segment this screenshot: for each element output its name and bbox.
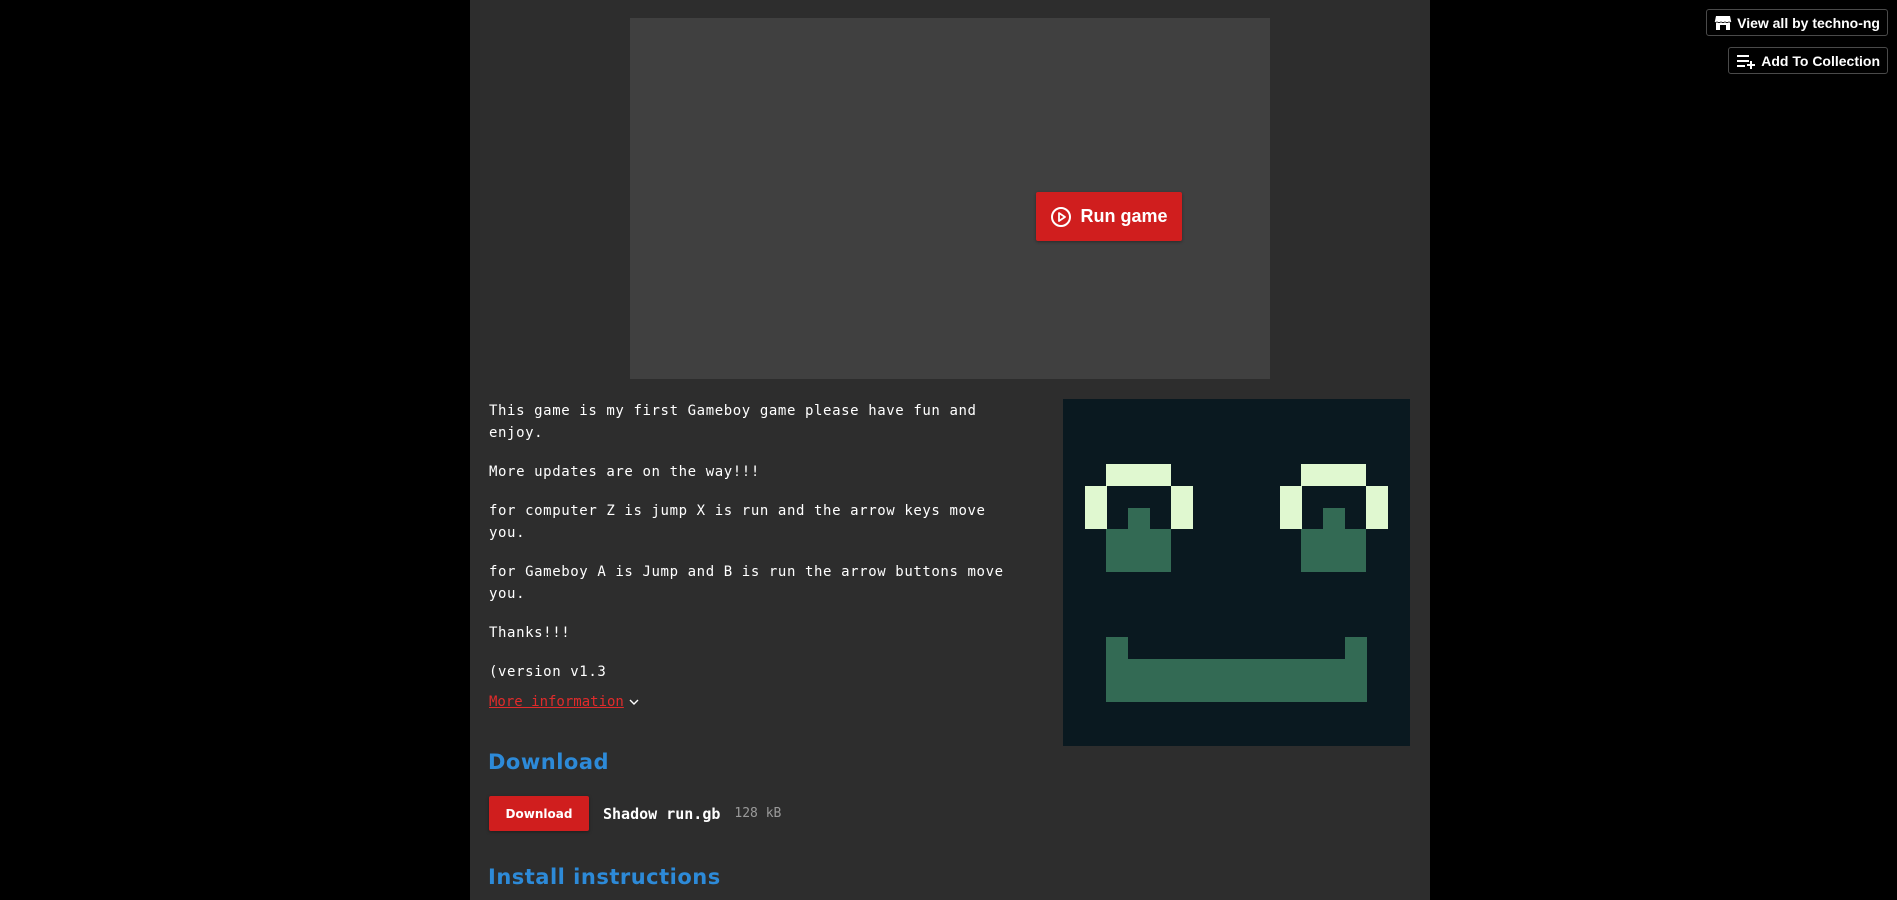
download-button[interactable]: Download xyxy=(489,796,589,831)
add-to-collection-label: Add To Collection xyxy=(1761,52,1880,69)
description-paragraph: for computer Z is jump X is run and the … xyxy=(489,503,986,541)
add-to-collection-button[interactable]: Add To Collection xyxy=(1728,47,1888,74)
game-page-column: Run game This game is my first Gameboy g… xyxy=(470,0,1430,900)
more-information-toggle[interactable]: More information xyxy=(489,694,640,710)
page: Run game This game is my first Gameboy g… xyxy=(0,0,1897,900)
chevron-down-icon xyxy=(628,696,640,708)
file-size: 128 kB xyxy=(734,806,782,821)
game-screenshot[interactable] xyxy=(1063,399,1410,746)
install-instructions-title: Install instructions xyxy=(488,865,721,889)
view-all-by-author-button[interactable]: View all by techno-ng xyxy=(1706,9,1888,36)
description-paragraph: More updates are on the way!!! xyxy=(489,464,760,480)
run-game-button[interactable]: Run game xyxy=(1036,192,1182,241)
game-description: This game is my first Gameboy game pleas… xyxy=(489,400,1029,700)
file-name: Shadow run.gb xyxy=(603,804,721,823)
download-section-title: Download xyxy=(488,750,610,774)
view-all-label: View all by techno-ng xyxy=(1737,14,1880,31)
playlist-add-icon xyxy=(1736,53,1756,69)
description-paragraph: for Gameboy A is Jump and B is run the a… xyxy=(489,564,1004,602)
description-paragraph: This game is my first Gameboy game pleas… xyxy=(489,403,977,441)
smiley-sprite-image xyxy=(1063,399,1410,746)
description-paragraph: (version v1.3 xyxy=(489,664,607,680)
play-circle-icon xyxy=(1050,206,1072,228)
description-paragraph: Thanks!!! xyxy=(489,625,571,641)
more-information-label: More information xyxy=(489,694,624,710)
download-row: Download Shadow run.gb 128 kB xyxy=(489,796,781,831)
run-game-label: Run game xyxy=(1080,206,1168,226)
itchio-store-icon xyxy=(1714,15,1732,31)
game-embed-frame: Run game xyxy=(630,18,1270,379)
